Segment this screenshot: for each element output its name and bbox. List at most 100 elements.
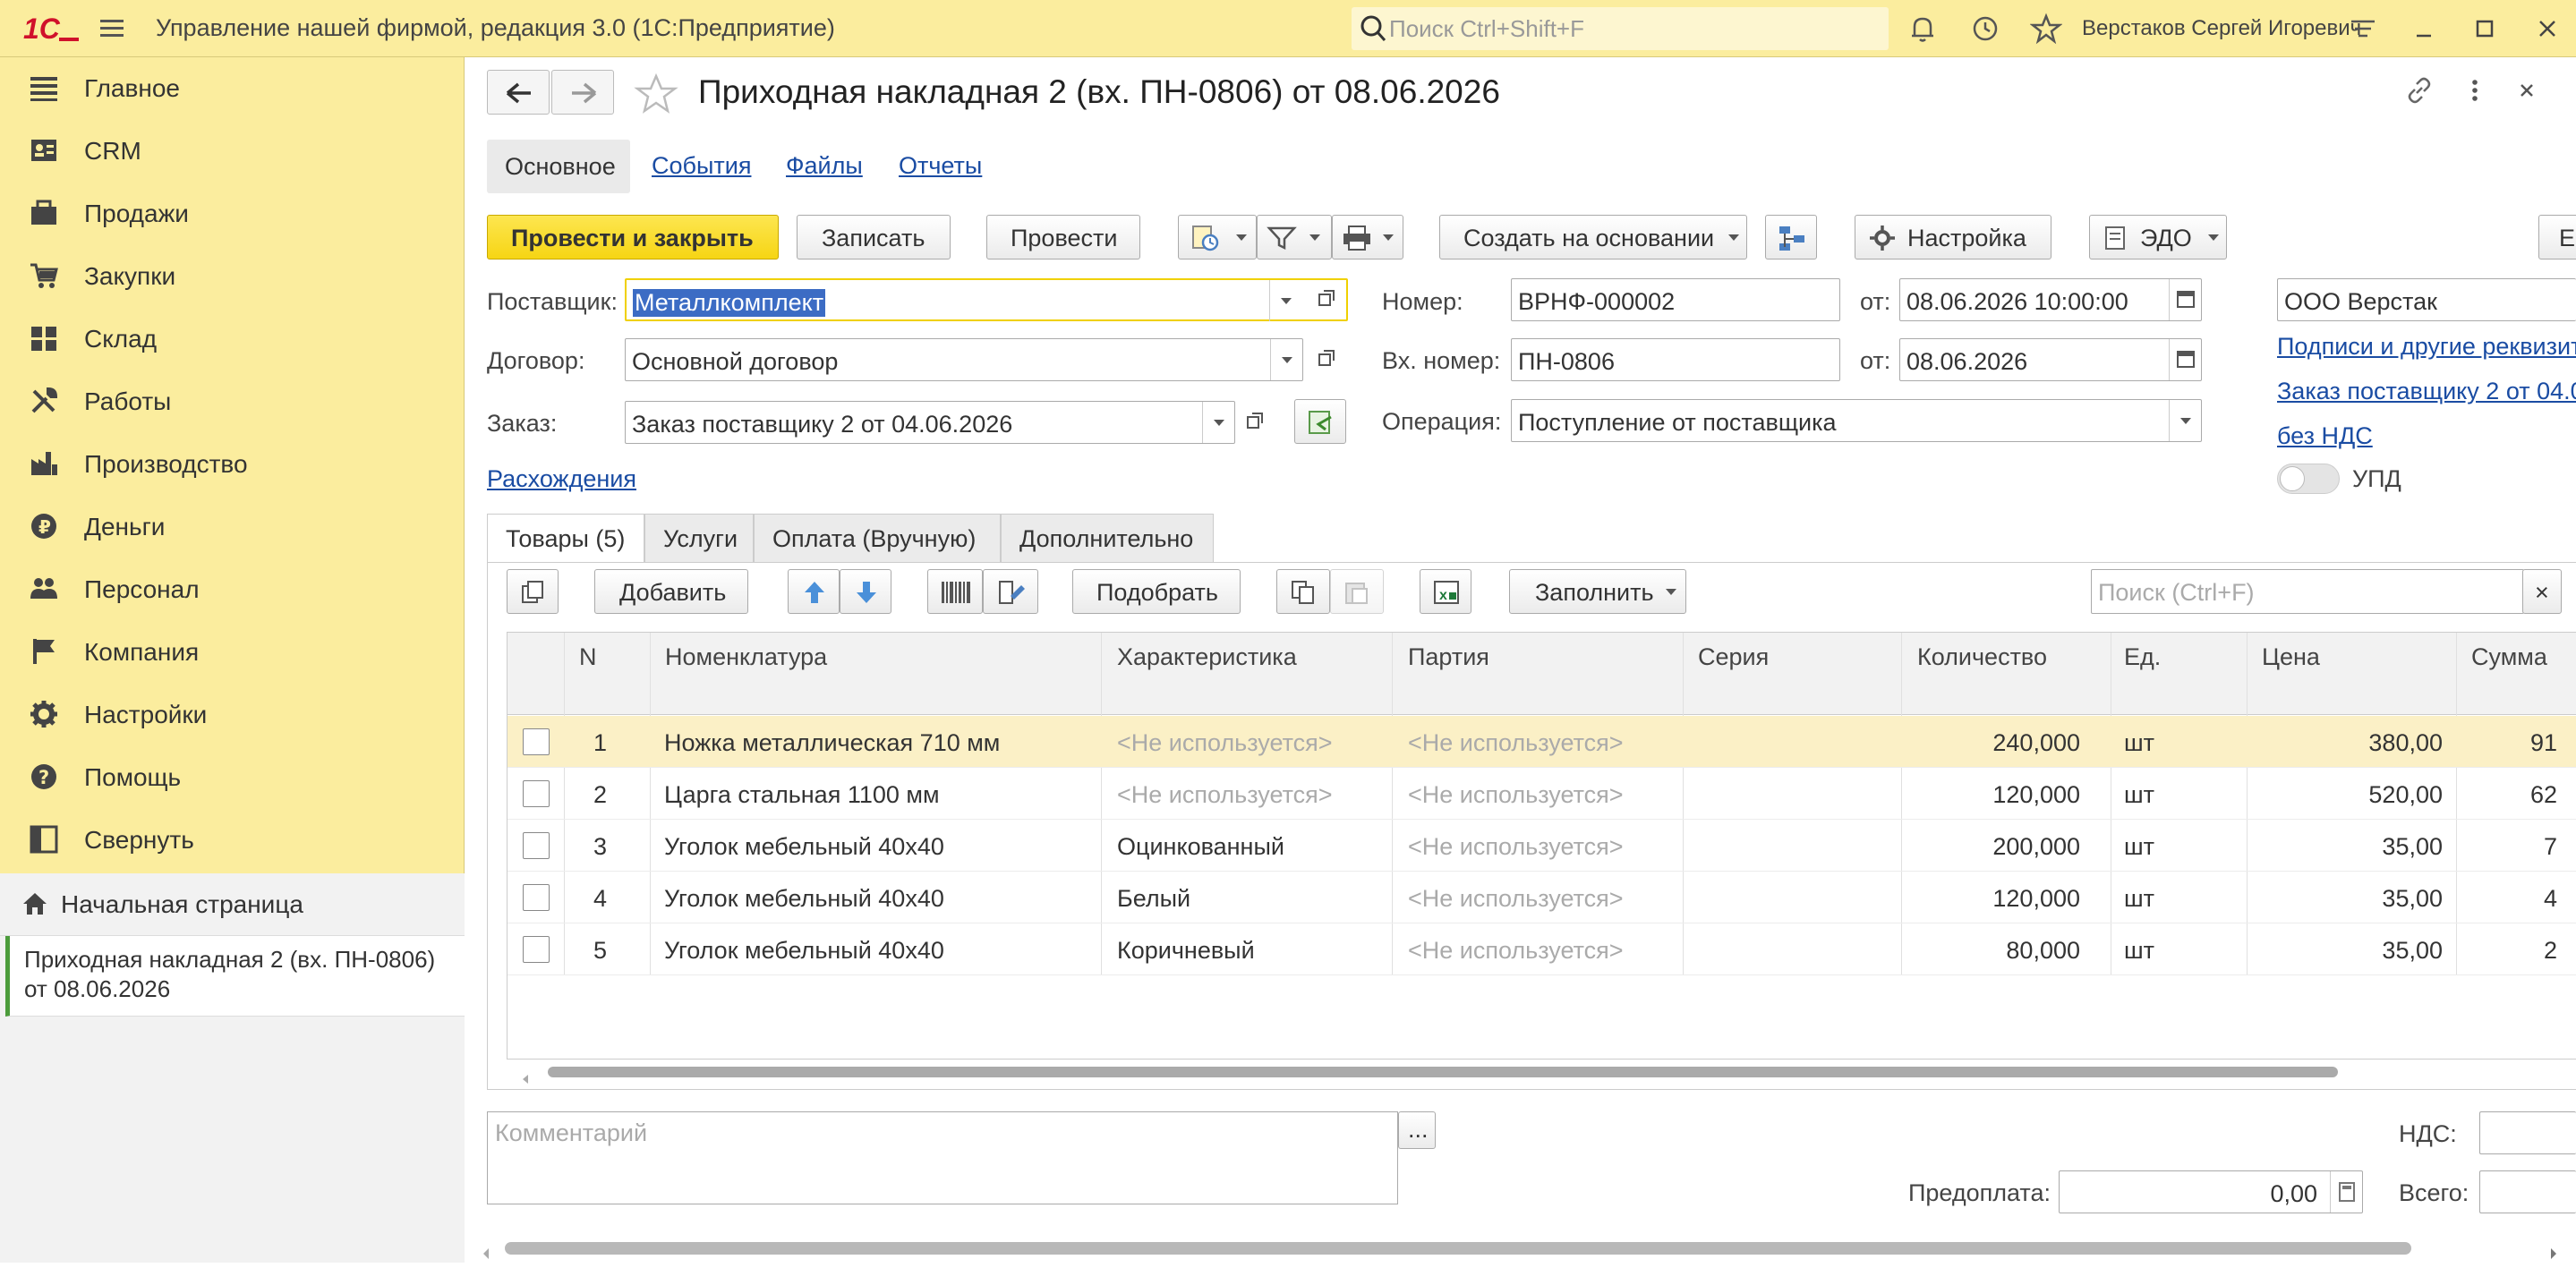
tab-additional[interactable]: Дополнительно <box>1001 514 1214 562</box>
edo-button[interactable]: ЭДО <box>2089 215 2227 260</box>
column-header-unit[interactable]: Ед. <box>2124 643 2161 671</box>
order-field[interactable]: Заказ поставщику 2 от 04.06.2026 <box>625 401 1235 444</box>
open-window-item[interactable]: Приходная накладная 2 (вх. ПН-0806) от 0… <box>5 936 465 1017</box>
column-header-sum[interactable]: Сумма <box>2471 643 2547 671</box>
history-icon[interactable] <box>1969 13 2001 45</box>
tab-payment[interactable]: Оплата (Вручную) <box>754 514 1001 562</box>
table-search-input[interactable]: Поиск (Ctrl+F) <box>2091 569 2524 614</box>
signatures-link[interactable]: Подписи и другие реквизит <box>2277 333 2576 361</box>
scanner-button[interactable] <box>983 569 1038 614</box>
forward-button[interactable] <box>551 70 614 115</box>
tab-events[interactable]: События <box>652 152 751 180</box>
date-field[interactable]: 08.06.2026 10:00:00 <box>1899 278 2202 321</box>
more-actions-icon[interactable] <box>2460 75 2490 106</box>
column-header-characteristic[interactable]: Характеристика <box>1117 643 1297 671</box>
link-icon[interactable] <box>2404 75 2435 106</box>
settings-lines-icon[interactable] <box>2347 13 2379 45</box>
tab-main[interactable]: Основное <box>487 140 630 193</box>
print-button[interactable] <box>1332 215 1403 260</box>
vat-link[interactable]: без НДС <box>2277 422 2373 450</box>
excel-import-button[interactable]: x <box>1420 569 1471 614</box>
open-order-icon[interactable] <box>1237 401 1273 444</box>
save-button[interactable]: Записать <box>797 215 951 260</box>
row-checkbox[interactable] <box>523 936 550 963</box>
scroll-left-icon[interactable] <box>519 1065 532 1084</box>
maximize-icon[interactable] <box>2469 13 2501 45</box>
tab-goods[interactable]: Товары (5) <box>487 514 644 562</box>
row-checkbox[interactable] <box>523 728 550 755</box>
settings-button[interactable]: Настройка <box>1855 215 2051 260</box>
back-button[interactable] <box>487 70 550 115</box>
page-scroll-left-icon[interactable] <box>480 1240 492 1259</box>
more-toolbar-button[interactable]: Е <box>2538 215 2576 260</box>
sidebar-item-settings[interactable]: Настройки <box>0 684 465 746</box>
column-header-item[interactable]: Номенклатура <box>665 643 827 671</box>
company-field[interactable]: ООО Верстак <box>2277 278 2576 321</box>
contract-field[interactable]: Основной договор <box>625 338 1303 381</box>
table-row[interactable]: 3 Уголок мебельный 40х40 Оцинкованный <Н… <box>508 820 2576 872</box>
create-based-on-button[interactable]: Создать на основании <box>1439 215 1747 260</box>
move-down-button[interactable] <box>840 569 891 614</box>
upd-toggle[interactable] <box>2277 464 2340 494</box>
table-row[interactable]: 4 Уголок мебельный 40х40 Белый <Не испол… <box>508 872 2576 923</box>
bell-icon[interactable] <box>1906 13 1939 45</box>
tab-services[interactable]: Услуги <box>644 514 754 562</box>
incoming-date-field[interactable]: 08.06.2026 <box>1899 338 2202 381</box>
post-and-close-button[interactable]: Провести и закрыть <box>487 215 779 260</box>
clear-search-button[interactable]: × <box>2522 569 2562 614</box>
pick-button[interactable]: Подобрать <box>1072 569 1241 614</box>
row-checkbox[interactable] <box>523 832 550 859</box>
tab-reports[interactable]: Отчеты <box>899 152 982 180</box>
1c-logo-icon[interactable]: 1С <box>21 11 82 47</box>
total-field[interactable] <box>2479 1170 2576 1213</box>
column-header-n[interactable]: N <box>579 643 597 671</box>
table-row[interactable]: 5 Уголок мебельный 40х40 Коричневый <Не … <box>508 923 2576 975</box>
structure-button[interactable] <box>1765 215 1817 260</box>
favorites-star-icon[interactable] <box>2029 13 2063 45</box>
discrepancies-link[interactable]: Расхождения <box>487 465 636 493</box>
calendar-icon[interactable] <box>2169 279 2201 320</box>
close-form-icon[interactable] <box>2512 75 2542 106</box>
add-row-button[interactable]: Добавить <box>594 569 748 614</box>
tab-files[interactable]: Файлы <box>786 152 863 180</box>
open-contract-icon[interactable] <box>1309 338 1344 381</box>
column-header-series[interactable]: Серия <box>1698 643 1769 671</box>
document-history-button[interactable] <box>1178 215 1257 260</box>
calendar-icon[interactable] <box>2169 339 2201 380</box>
fill-button[interactable]: Заполнить <box>1509 569 1686 614</box>
page-scroll-right-icon[interactable] <box>2547 1240 2560 1259</box>
close-window-icon[interactable] <box>2531 13 2563 45</box>
minimize-icon[interactable] <box>2408 13 2440 45</box>
number-field[interactable]: ВРНФ-000002 <box>1511 278 1840 321</box>
copy-row-button[interactable] <box>507 569 559 614</box>
paste-button[interactable] <box>1330 569 1384 614</box>
sidebar-item-personnel[interactable]: Персонал <box>0 558 465 621</box>
favorite-star-icon[interactable] <box>634 72 678 116</box>
column-header-batch[interactable]: Партия <box>1408 643 1489 671</box>
sidebar-item-help[interactable]: ? Помощь <box>0 746 465 809</box>
supplier-order-link[interactable]: Заказ поставщику 2 от 04.0 <box>2277 378 2576 405</box>
home-page-link[interactable]: Начальная страница <box>0 873 465 936</box>
move-up-button[interactable] <box>788 569 840 614</box>
prepayment-field[interactable]: 0,00 <box>2059 1170 2363 1213</box>
sidebar-item-works[interactable]: Работы <box>0 370 465 433</box>
page-horizontal-scrollbar[interactable] <box>505 1242 2411 1255</box>
operation-field[interactable]: Поступление от поставщика <box>1511 399 2202 442</box>
sidebar-item-money[interactable]: ₽ Деньги <box>0 496 465 558</box>
incoming-number-field[interactable]: ПН-0806 <box>1511 338 1840 381</box>
row-checkbox[interactable] <box>523 780 550 807</box>
comment-more-button[interactable]: ... <box>1398 1111 1436 1149</box>
sidebar-item-crm[interactable]: CRM <box>0 120 465 183</box>
vat-field[interactable] <box>2479 1111 2576 1154</box>
sidebar-item-warehouse[interactable]: Склад <box>0 308 465 370</box>
filter-button[interactable] <box>1257 215 1332 260</box>
copy-button[interactable] <box>1276 569 1330 614</box>
sidebar-item-main[interactable]: Главное <box>0 57 465 120</box>
row-checkbox[interactable] <box>523 884 550 911</box>
global-search-input[interactable]: Поиск Ctrl+Shift+F <box>1352 7 1889 50</box>
main-menu-icon[interactable] <box>97 14 127 41</box>
table-row[interactable]: 1 Ножка металлическая 710 мм <Не использ… <box>508 716 2576 768</box>
column-header-price[interactable]: Цена <box>2262 643 2320 671</box>
fill-from-order-button[interactable] <box>1294 399 1346 444</box>
user-name[interactable]: Верстаков Сергей Игоревич <box>2082 16 2361 41</box>
